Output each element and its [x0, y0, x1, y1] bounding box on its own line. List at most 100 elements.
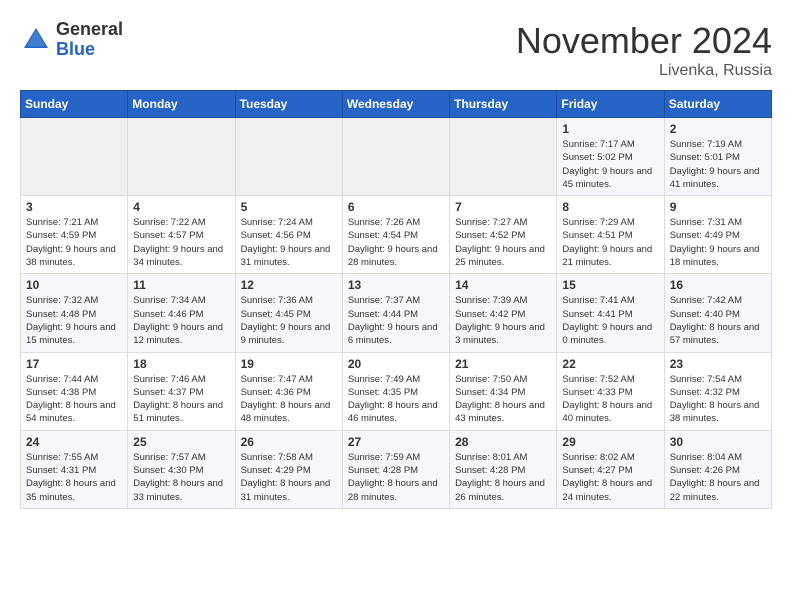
day-cell: 30 Sunrise: 8:04 AMSunset: 4:26 PMDayligh…: [664, 430, 771, 508]
week-row-1: 1Sunrise: 7:17 AMSunset: 5:02 PMDaylight…: [21, 118, 772, 196]
day-info: Sunrise: 7:32 AMSunset: 4:48 PMDaylight:…: [26, 294, 122, 347]
day-cell: 21Sunrise: 7:50 AMSunset: 4:34 PMDayligh…: [450, 352, 557, 430]
day-cell: 24 Sunrise: 7:55 AMSunset: 4:31 PMDayligh…: [21, 430, 128, 508]
day-cell: 8Sunrise: 7:29 AMSunset: 4:51 PMDaylight…: [557, 196, 664, 274]
day-cell: [128, 118, 235, 196]
week-row-2: 3Sunrise: 7:21 AMSunset: 4:59 PMDaylight…: [21, 196, 772, 274]
day-info: Sunrise: 7:41 AMSunset: 4:41 PMDaylight:…: [562, 294, 658, 347]
day-cell: 1Sunrise: 7:17 AMSunset: 5:02 PMDaylight…: [557, 118, 664, 196]
day-cell: 23 Sunrise: 7:54 AMSunset: 4:32 PMDayligh…: [664, 352, 771, 430]
day-cell: 22 Sunrise: 7:52 AMSunset: 4:33 PMDayligh…: [557, 352, 664, 430]
day-info: Sunrise: 7:58 AMSunset: 4:29 PMDaylight:…: [241, 451, 337, 504]
day-info: Sunrise: 7:42 AMSunset: 4:40 PMDaylight:…: [670, 294, 766, 347]
month-title: November 2024: [516, 20, 772, 62]
day-cell: 28 Sunrise: 8:01 AMSunset: 4:28 PMDayligh…: [450, 430, 557, 508]
weekday-header-tuesday: Tuesday: [235, 91, 342, 118]
day-cell: 18 Sunrise: 7:46 AMSunset: 4:37 PMDayligh…: [128, 352, 235, 430]
day-cell: 6 Sunrise: 7:26 AMSunset: 4:54 PMDaylight…: [342, 196, 449, 274]
day-info: Sunrise: 7:24 AMSunset: 4:56 PMDaylight:…: [241, 216, 337, 269]
day-cell: [21, 118, 128, 196]
day-info: Sunrise: 7:59 AMSunset: 4:28 PMDaylight:…: [348, 451, 444, 504]
weekday-header-saturday: Saturday: [664, 91, 771, 118]
day-number: 13: [348, 278, 444, 292]
day-info: Sunrise: 7:36 AMSunset: 4:45 PMDaylight:…: [241, 294, 337, 347]
week-row-4: 17Sunrise: 7:44 AMSunset: 4:38 PMDayligh…: [21, 352, 772, 430]
day-info: Sunrise: 8:01 AMSunset: 4:28 PMDaylight:…: [455, 451, 551, 504]
day-number: 6: [348, 200, 444, 214]
day-info: Sunrise: 7:31 AMSunset: 4:49 PMDaylight:…: [670, 216, 766, 269]
day-number: 29: [562, 435, 658, 449]
day-cell: 9 Sunrise: 7:31 AMSunset: 4:49 PMDaylight…: [664, 196, 771, 274]
day-info: Sunrise: 7:49 AMSunset: 4:35 PMDaylight:…: [348, 373, 444, 426]
weekday-header-sunday: Sunday: [21, 91, 128, 118]
day-cell: [235, 118, 342, 196]
calendar-body: 1Sunrise: 7:17 AMSunset: 5:02 PMDaylight…: [21, 118, 772, 509]
day-info: Sunrise: 7:34 AMSunset: 4:46 PMDaylight:…: [133, 294, 229, 347]
day-cell: 5 Sunrise: 7:24 AMSunset: 4:56 PMDaylight…: [235, 196, 342, 274]
day-info: Sunrise: 7:39 AMSunset: 4:42 PMDaylight:…: [455, 294, 551, 347]
day-info: Sunrise: 7:55 AMSunset: 4:31 PMDaylight:…: [26, 451, 122, 504]
calendar-header: SundayMondayTuesdayWednesdayThursdayFrid…: [21, 91, 772, 118]
day-number: 16: [670, 278, 766, 292]
day-cell: 26 Sunrise: 7:58 AMSunset: 4:29 PMDayligh…: [235, 430, 342, 508]
day-cell: 2 Sunrise: 7:19 AMSunset: 5:01 PMDaylight…: [664, 118, 771, 196]
day-info: Sunrise: 7:57 AMSunset: 4:30 PMDaylight:…: [133, 451, 229, 504]
day-info: Sunrise: 7:54 AMSunset: 4:32 PMDaylight:…: [670, 373, 766, 426]
day-number: 18: [133, 357, 229, 371]
day-number: 4: [133, 200, 229, 214]
day-cell: 7 Sunrise: 7:27 AMSunset: 4:52 PMDaylight…: [450, 196, 557, 274]
day-number: 7: [455, 200, 551, 214]
day-info: Sunrise: 7:26 AMSunset: 4:54 PMDaylight:…: [348, 216, 444, 269]
day-number: 12: [241, 278, 337, 292]
day-cell: 27Sunrise: 7:59 AMSunset: 4:28 PMDayligh…: [342, 430, 449, 508]
logo-icon: [20, 24, 52, 56]
page-header: General Blue November 2024 Livenka, Russ…: [20, 20, 772, 80]
day-number: 17: [26, 357, 122, 371]
day-info: Sunrise: 7:29 AMSunset: 4:51 PMDaylight:…: [562, 216, 658, 269]
day-number: 24: [26, 435, 122, 449]
week-row-3: 10 Sunrise: 7:32 AMSunset: 4:48 PMDayligh…: [21, 274, 772, 352]
day-number: 9: [670, 200, 766, 214]
day-number: 23: [670, 357, 766, 371]
logo: General Blue: [20, 20, 123, 60]
day-cell: [450, 118, 557, 196]
day-number: 26: [241, 435, 337, 449]
day-info: Sunrise: 7:46 AMSunset: 4:37 PMDaylight:…: [133, 373, 229, 426]
title-block: November 2024 Livenka, Russia: [516, 20, 772, 80]
calendar-table: SundayMondayTuesdayWednesdayThursdayFrid…: [20, 90, 772, 509]
day-info: Sunrise: 7:37 AMSunset: 4:44 PMDaylight:…: [348, 294, 444, 347]
day-number: 22: [562, 357, 658, 371]
day-number: 30: [670, 435, 766, 449]
logo-blue-text: Blue: [56, 39, 95, 59]
weekday-header-row: SundayMondayTuesdayWednesdayThursdayFrid…: [21, 91, 772, 118]
day-cell: 3Sunrise: 7:21 AMSunset: 4:59 PMDaylight…: [21, 196, 128, 274]
day-number: 2: [670, 122, 766, 136]
day-cell: 19 Sunrise: 7:47 AMSunset: 4:36 PMDayligh…: [235, 352, 342, 430]
day-info: Sunrise: 8:04 AMSunset: 4:26 PMDaylight:…: [670, 451, 766, 504]
day-info: Sunrise: 7:19 AMSunset: 5:01 PMDaylight:…: [670, 138, 766, 191]
weekday-header-thursday: Thursday: [450, 91, 557, 118]
day-number: 28: [455, 435, 551, 449]
day-cell: [342, 118, 449, 196]
day-number: 14: [455, 278, 551, 292]
day-info: Sunrise: 7:52 AMSunset: 4:33 PMDaylight:…: [562, 373, 658, 426]
day-number: 10: [26, 278, 122, 292]
day-cell: 10 Sunrise: 7:32 AMSunset: 4:48 PMDayligh…: [21, 274, 128, 352]
day-number: 11: [133, 278, 229, 292]
day-cell: 12 Sunrise: 7:36 AMSunset: 4:45 PMDayligh…: [235, 274, 342, 352]
day-number: 21: [455, 357, 551, 371]
day-cell: 15Sunrise: 7:41 AMSunset: 4:41 PMDayligh…: [557, 274, 664, 352]
weekday-header-monday: Monday: [128, 91, 235, 118]
weekday-header-wednesday: Wednesday: [342, 91, 449, 118]
day-number: 1: [562, 122, 658, 136]
day-number: 19: [241, 357, 337, 371]
day-info: Sunrise: 7:47 AMSunset: 4:36 PMDaylight:…: [241, 373, 337, 426]
day-cell: 29Sunrise: 8:02 AMSunset: 4:27 PMDayligh…: [557, 430, 664, 508]
day-number: 5: [241, 200, 337, 214]
day-cell: 17Sunrise: 7:44 AMSunset: 4:38 PMDayligh…: [21, 352, 128, 430]
weekday-header-friday: Friday: [557, 91, 664, 118]
day-cell: 13 Sunrise: 7:37 AMSunset: 4:44 PMDayligh…: [342, 274, 449, 352]
day-cell: 4Sunrise: 7:22 AMSunset: 4:57 PMDaylight…: [128, 196, 235, 274]
day-info: Sunrise: 7:27 AMSunset: 4:52 PMDaylight:…: [455, 216, 551, 269]
day-cell: 14 Sunrise: 7:39 AMSunset: 4:42 PMDayligh…: [450, 274, 557, 352]
